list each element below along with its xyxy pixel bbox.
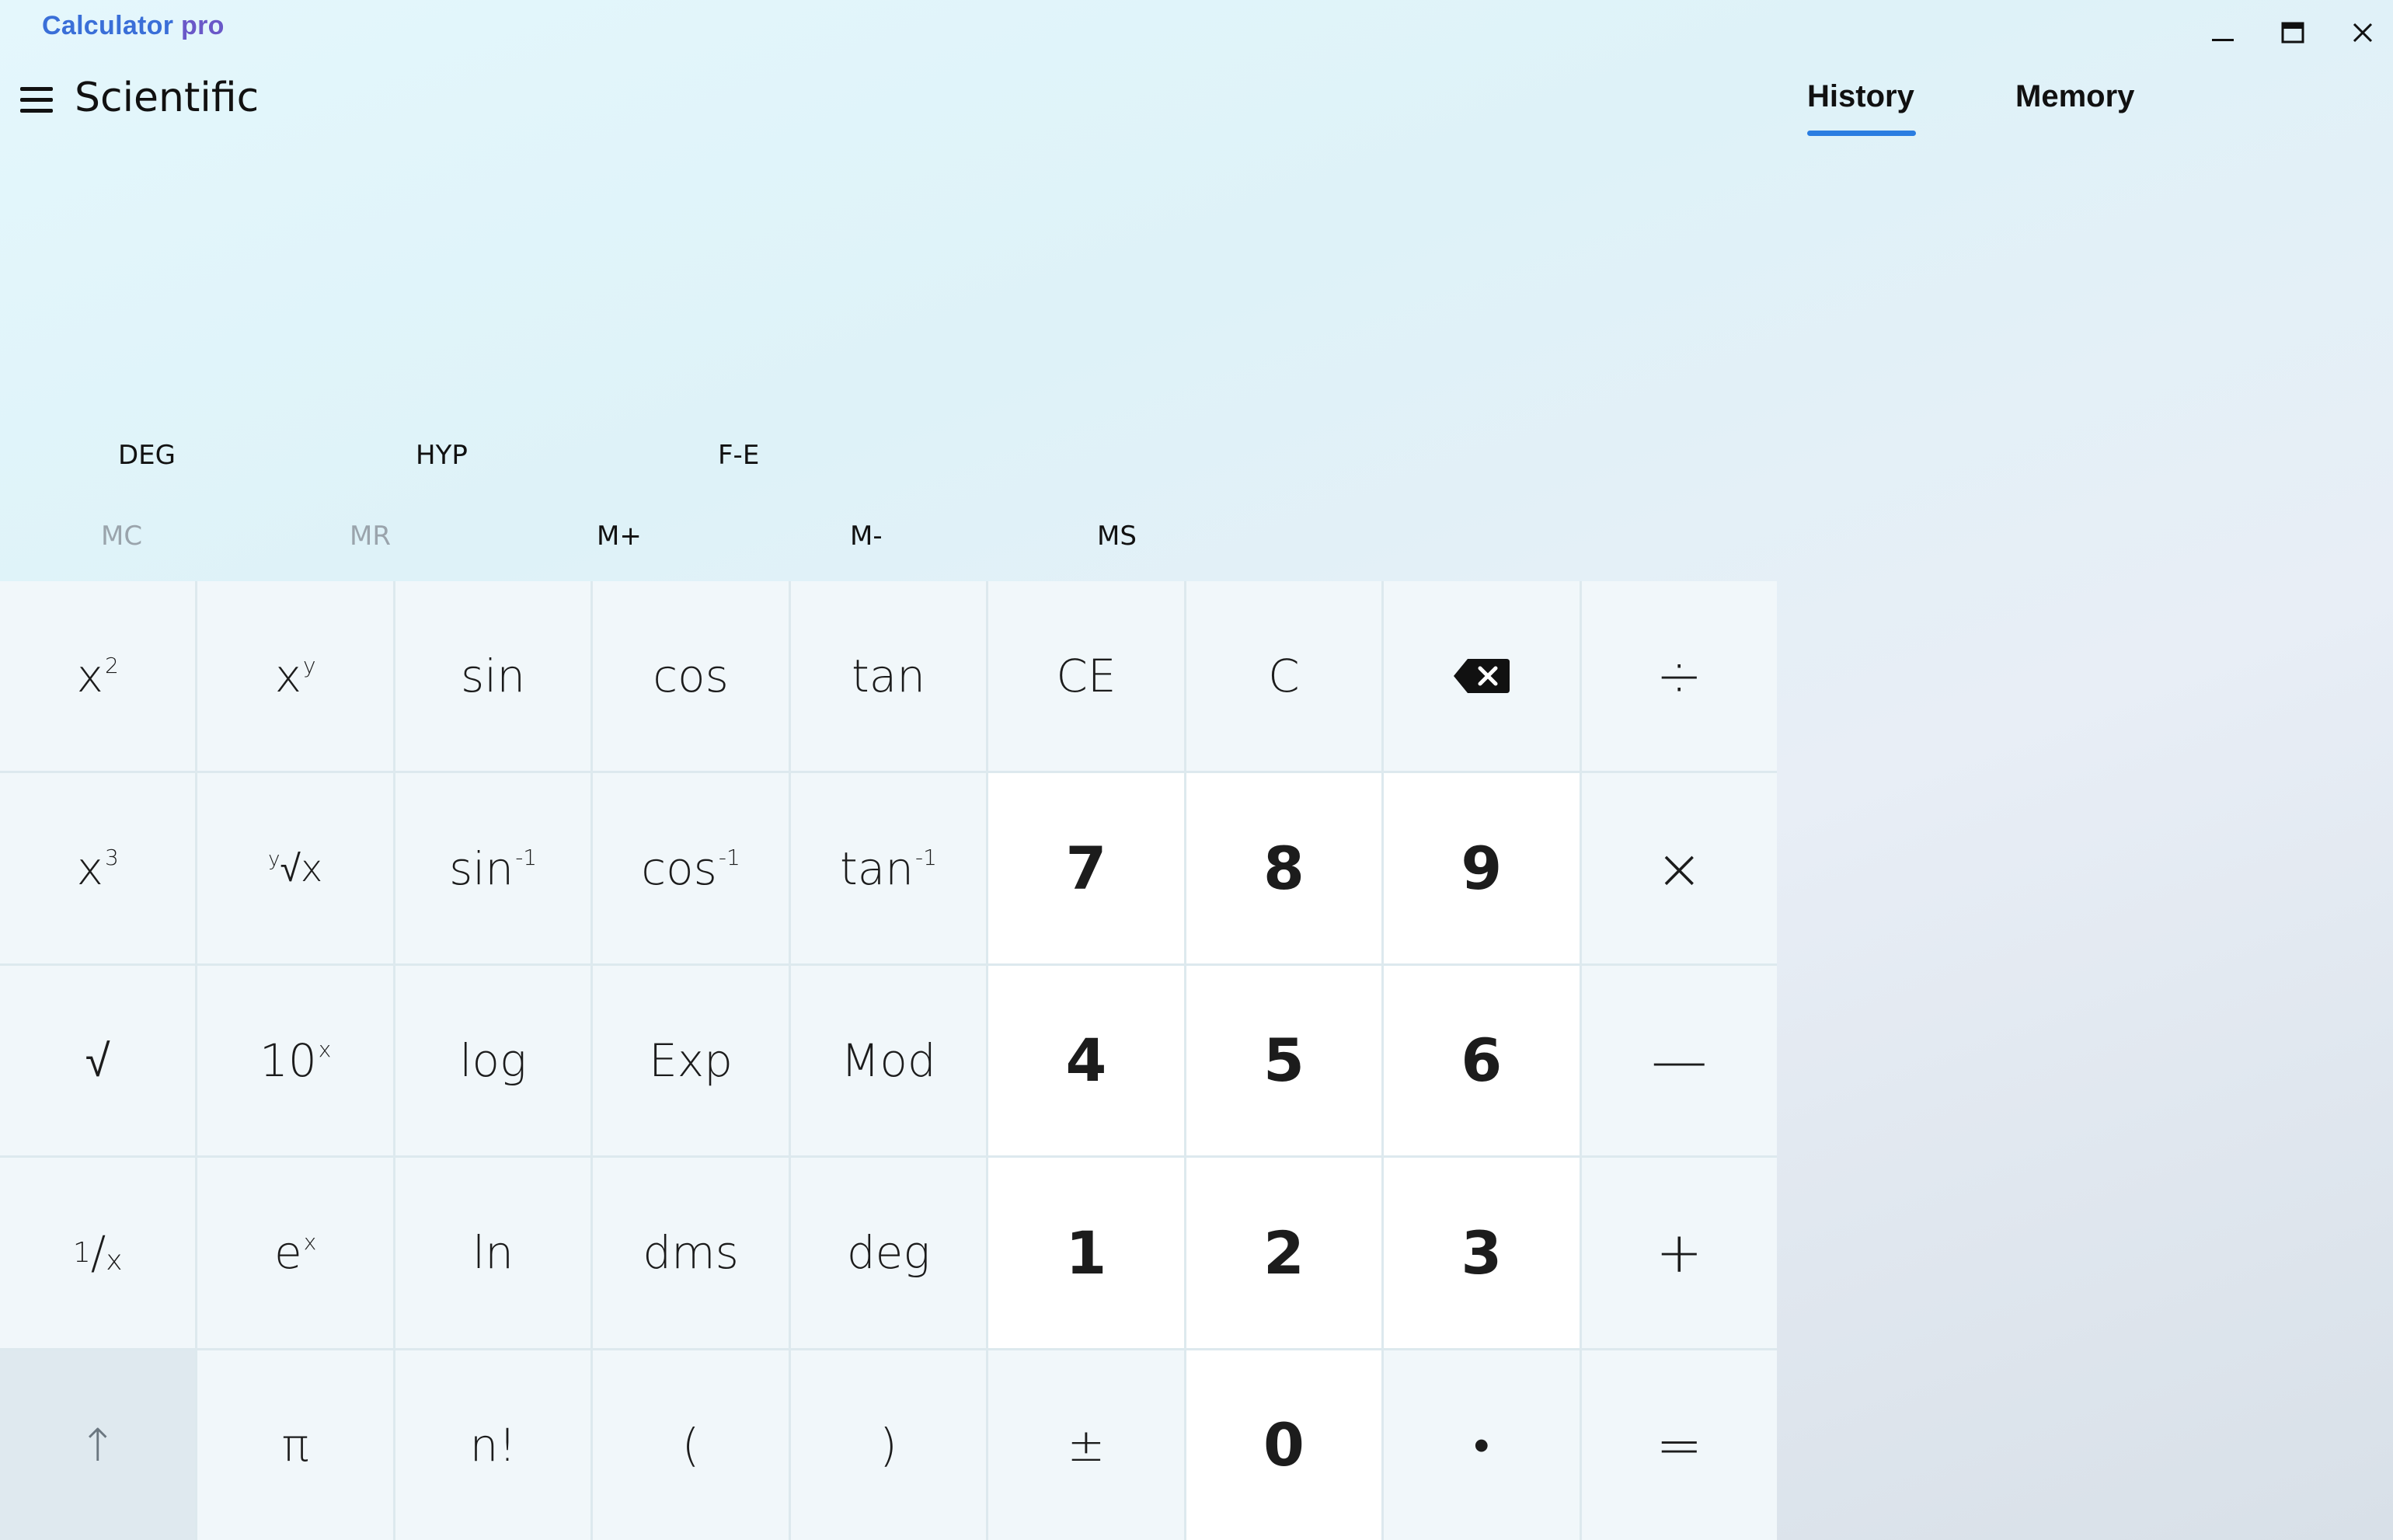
- shift-button[interactable]: ↑: [0, 1350, 196, 1540]
- digit-3-button[interactable]: 3: [1384, 1158, 1580, 1348]
- arcsin-label: sin: [449, 841, 514, 895]
- app-title-suffix: pro: [181, 11, 225, 40]
- ln-button[interactable]: ln: [395, 1158, 591, 1348]
- yth-root-button[interactable]: y √x: [197, 773, 393, 963]
- pi-button[interactable]: π: [197, 1350, 393, 1540]
- deg-toggle[interactable]: DEG: [118, 440, 176, 471]
- mode-title: Scientific: [75, 75, 260, 121]
- dms-button[interactable]: dms: [593, 1158, 789, 1348]
- power-base: x: [274, 650, 302, 703]
- memory-recall-button[interactable]: MR: [350, 521, 391, 552]
- root-symbol: √x: [280, 846, 323, 890]
- backspace-icon: [1453, 659, 1510, 694]
- square-exponent: 2: [104, 652, 119, 678]
- power-exponent: y: [303, 652, 316, 678]
- e-power-button[interactable]: ex: [197, 1158, 393, 1348]
- hamburger-icon: [20, 87, 53, 113]
- tab-history-underline: [1807, 131, 1916, 136]
- mod-button[interactable]: Mod: [790, 965, 987, 1156]
- close-icon: [2353, 23, 2373, 43]
- multiply-button[interactable]: ×: [1581, 773, 1777, 963]
- digit-8-button[interactable]: 8: [1186, 773, 1382, 963]
- tab-memory[interactable]: Memory: [2015, 79, 2134, 114]
- e-power-base: e: [274, 1226, 302, 1280]
- e-power-exponent: x: [303, 1228, 317, 1255]
- cube-exponent: 3: [104, 845, 119, 871]
- backspace-button[interactable]: [1384, 581, 1580, 772]
- square-button[interactable]: x2: [0, 581, 196, 772]
- ten-power-button[interactable]: 10 x: [197, 965, 393, 1156]
- fe-toggle[interactable]: F-E: [718, 440, 759, 471]
- maximize-icon: [2281, 22, 2304, 44]
- arccos-exponent: -1: [718, 845, 740, 871]
- add-button[interactable]: +: [1581, 1158, 1777, 1348]
- reciprocal-button[interactable]: 1/x: [0, 1158, 196, 1348]
- keypad: x2 xy sin cos tan CE C ÷ x3 y √x sin -1 co…: [0, 581, 1777, 1540]
- exp-button[interactable]: Exp: [593, 965, 789, 1156]
- app-title: Calculator pro: [42, 11, 225, 41]
- hamburger-menu-button[interactable]: [17, 81, 57, 120]
- reciprocal-slash: /: [90, 1226, 106, 1280]
- digit-6-button[interactable]: 6: [1384, 965, 1580, 1156]
- reciprocal-numerator: 1: [72, 1236, 91, 1269]
- cube-base: x: [76, 841, 103, 895]
- tan-button[interactable]: tan: [790, 581, 987, 772]
- arctan-exponent: -1: [915, 845, 937, 871]
- log-button[interactable]: log: [395, 965, 591, 1156]
- digit-4-button[interactable]: 4: [988, 965, 1184, 1156]
- divide-button[interactable]: ÷: [1581, 581, 1777, 772]
- ten-power-base: 10: [259, 1033, 317, 1087]
- root-index: y: [268, 847, 280, 871]
- digit-9-button[interactable]: 9: [1384, 773, 1580, 963]
- minimize-icon: [2212, 39, 2234, 41]
- clear-entry-button[interactable]: CE: [988, 581, 1184, 772]
- digit-1-button[interactable]: 1: [988, 1158, 1184, 1348]
- decimal-button[interactable]: •: [1384, 1350, 1580, 1540]
- hyp-toggle[interactable]: HYP: [416, 440, 468, 471]
- memory-add-button[interactable]: M+: [597, 521, 642, 552]
- app-title-main: Calculator: [42, 11, 174, 40]
- arcsin-exponent: -1: [515, 845, 538, 871]
- memory-subtract-button[interactable]: M-: [850, 521, 883, 552]
- reciprocal-denominator: x: [106, 1244, 123, 1277]
- square-root-button[interactable]: √: [0, 965, 196, 1156]
- open-paren-button[interactable]: (: [593, 1350, 789, 1540]
- digit-0-button[interactable]: 0: [1186, 1350, 1382, 1540]
- minimize-button[interactable]: [2200, 11, 2246, 54]
- sin-button[interactable]: sin: [395, 581, 591, 772]
- ten-power-exponent: x: [318, 1037, 332, 1063]
- negate-button[interactable]: ±: [988, 1350, 1184, 1540]
- memory-clear-button[interactable]: MC: [101, 521, 142, 552]
- close-paren-button[interactable]: ): [790, 1350, 987, 1540]
- arcsin-button[interactable]: sin -1: [395, 773, 591, 963]
- power-button[interactable]: xy: [197, 581, 393, 772]
- subtract-button[interactable]: —: [1581, 965, 1777, 1156]
- memory-store-button[interactable]: MS: [1097, 521, 1137, 552]
- cube-button[interactable]: x3: [0, 773, 196, 963]
- square-base: x: [76, 650, 103, 703]
- cos-button[interactable]: cos: [593, 581, 789, 772]
- digit-7-button[interactable]: 7: [988, 773, 1184, 963]
- digit-2-button[interactable]: 2: [1186, 1158, 1382, 1348]
- clear-button[interactable]: C: [1186, 581, 1382, 772]
- digit-5-button[interactable]: 5: [1186, 965, 1382, 1156]
- maximize-button[interactable]: [2269, 11, 2316, 54]
- equals-button[interactable]: =: [1581, 1350, 1777, 1540]
- close-button[interactable]: [2339, 11, 2386, 54]
- arccos-button[interactable]: cos -1: [593, 773, 789, 963]
- factorial-button[interactable]: n!: [395, 1350, 591, 1540]
- tab-history[interactable]: History: [1807, 79, 1914, 114]
- arctan-button[interactable]: tan -1: [790, 773, 987, 963]
- arctan-label: tan: [840, 841, 914, 895]
- arccos-label: cos: [641, 841, 717, 895]
- deg-button[interactable]: deg: [790, 1158, 987, 1348]
